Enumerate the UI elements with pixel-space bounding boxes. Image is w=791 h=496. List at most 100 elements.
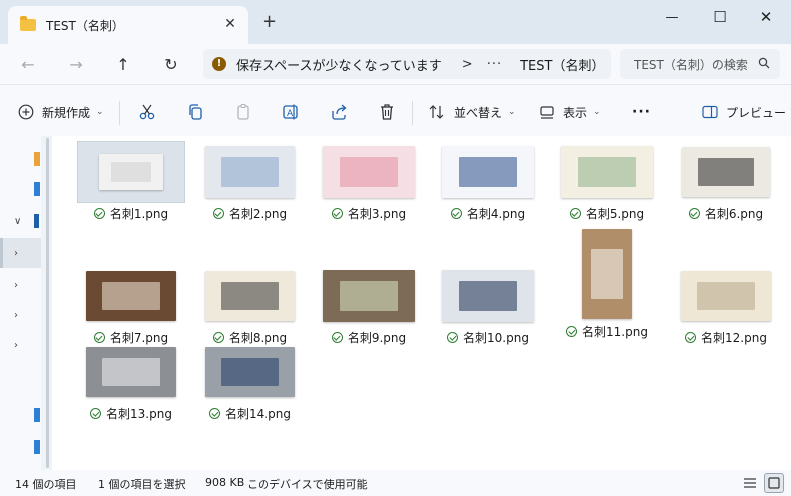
details-view-button[interactable] [740, 473, 760, 493]
thumbnail-frame[interactable] [316, 266, 422, 326]
copy-button[interactable] [184, 101, 206, 123]
file-name[interactable]: 名刺13.png [106, 405, 172, 422]
sort-button-label: 並べ替え [454, 105, 503, 120]
synced-check-icon [685, 331, 697, 343]
close-tab-button[interactable]: ✕ [222, 16, 238, 32]
thumbnail-frame[interactable] [77, 141, 185, 203]
tab-test-meishi[interactable]: TEST（名刺） ✕ [8, 6, 248, 44]
thumbnail-frame[interactable] [554, 142, 660, 202]
maximize-button[interactable]: ☐ [700, 4, 740, 30]
file-item[interactable]: 名刺2.png [195, 142, 305, 221]
close-window-button[interactable]: ✕ [746, 4, 786, 30]
file-item[interactable]: 名刺8.png [195, 266, 305, 345]
file-name[interactable]: 名刺5.png [586, 205, 644, 222]
file-label-row: 名刺1.png [76, 205, 186, 221]
expand-chevron[interactable]: › [0, 300, 41, 330]
search-icon [758, 57, 770, 69]
thumbnail-frame[interactable] [435, 266, 541, 326]
cut-button[interactable] [136, 101, 158, 123]
forward-button[interactable]: → [64, 52, 88, 76]
new-button[interactable]: 新規作成 ⌄ [18, 101, 104, 123]
thumbnail-frame[interactable] [673, 142, 779, 202]
refresh-button[interactable]: ↻ [159, 52, 183, 76]
toolbar-divider [412, 101, 413, 125]
navigation-pane-scrollbar[interactable] [46, 138, 49, 468]
thumbnail-frame[interactable] [78, 342, 184, 402]
expand-chevron[interactable]: › [0, 330, 41, 360]
file-label-row: 名刺6.png [671, 205, 781, 221]
thumbnail-frame[interactable] [673, 266, 779, 326]
file-name[interactable]: 名刺1.png [110, 205, 168, 222]
search-input[interactable]: TEST（名刺）の検索 [634, 56, 752, 73]
synced-check-icon [566, 325, 578, 337]
share-button[interactable] [328, 101, 350, 123]
more-options-button[interactable]: ··· [632, 101, 651, 123]
file-name[interactable]: 名刺6.png [705, 205, 763, 222]
thumbnail-frame[interactable] [435, 142, 541, 202]
thumbnail-frame[interactable] [197, 266, 303, 326]
preview-button-label: プレビュー [726, 105, 787, 120]
paste-button[interactable] [232, 101, 254, 123]
file-name[interactable]: 名刺11.png [582, 323, 648, 340]
share-icon [332, 104, 347, 120]
home-icon [34, 152, 40, 166]
file-item[interactable]: 名刺9.png [314, 266, 424, 345]
expand-chevron[interactable]: › [0, 270, 41, 300]
file-name[interactable]: 名刺4.png [467, 205, 525, 222]
navigation-pane: ∨ › › › › [0, 136, 41, 470]
file-item[interactable]: 名刺14.png [195, 342, 305, 421]
business-card-graphic [458, 281, 518, 311]
view-button[interactable]: 表示 ⌄ [539, 101, 601, 123]
folder-icon [20, 16, 36, 31]
file-label-row: 名刺3.png [314, 205, 424, 221]
file-name[interactable]: 名刺9.png [348, 329, 406, 346]
file-item[interactable]: 名刺13.png [76, 342, 186, 421]
address-bar[interactable]: ! 保存スペースが少なくなっています > ··· TEST（名刺） [203, 49, 611, 79]
search-box[interactable]: TEST（名刺）の検索 [620, 49, 780, 79]
file-name[interactable]: 名刺12.png [701, 329, 767, 346]
storage-warning-text[interactable]: 保存スペースが少なくなっています [236, 55, 442, 74]
image-thumbnail [205, 146, 295, 198]
breadcrumb-separator[interactable]: > [462, 57, 473, 72]
sort-button[interactable]: 並べ替え ⌄ [428, 101, 516, 123]
thumbnail-frame[interactable] [78, 266, 184, 326]
synced-check-icon [90, 407, 102, 419]
image-thumbnail [442, 270, 534, 322]
thumbnail-frame[interactable] [554, 228, 660, 320]
minimize-button[interactable]: — [652, 4, 692, 30]
delete-button[interactable] [376, 101, 398, 123]
image-thumbnail [99, 154, 163, 190]
file-item[interactable]: 名刺5.png [552, 142, 662, 221]
rename-button[interactable]: A [280, 101, 302, 123]
new-tab-button[interactable]: + [262, 12, 277, 32]
file-label-row: 名刺4.png [433, 205, 543, 221]
back-button[interactable]: ← [16, 52, 40, 76]
file-name[interactable]: 名刺14.png [225, 405, 291, 422]
file-item[interactable]: 名刺1.png [76, 141, 186, 221]
thumbnail-frame[interactable] [197, 342, 303, 402]
file-name[interactable]: 名刺10.png [463, 329, 529, 346]
command-bar: 新規作成 ⌄ A 並べ替え ⌄ 表示 ⌄ ··· プレビュー [0, 84, 791, 136]
file-name[interactable]: 名刺2.png [229, 205, 287, 222]
file-item[interactable]: 名刺4.png [433, 142, 543, 221]
image-thumbnail [86, 347, 176, 397]
thumbnail-frame[interactable] [197, 142, 303, 202]
preview-button[interactable]: プレビュー [702, 101, 786, 123]
breadcrumb-current-folder[interactable]: TEST（名刺） [520, 55, 604, 74]
expand-chevron-selected[interactable]: › [0, 238, 41, 268]
file-item[interactable]: 名刺6.png [671, 142, 781, 221]
file-item[interactable]: 名刺3.png [314, 142, 424, 221]
selection-size: 908 KB [205, 476, 245, 489]
gallery-icon [34, 182, 40, 196]
large-icons-view-button[interactable] [764, 473, 784, 493]
breadcrumb-more-button[interactable]: ··· [487, 57, 502, 72]
up-button[interactable]: ↑ [111, 52, 135, 76]
file-item[interactable]: 名刺11.png [552, 228, 662, 339]
synced-check-icon [209, 407, 221, 419]
image-thumbnail [323, 146, 415, 198]
thumbnail-frame[interactable] [316, 142, 422, 202]
file-item[interactable]: 名刺12.png [671, 266, 781, 345]
file-name[interactable]: 名刺3.png [348, 205, 406, 222]
file-item[interactable]: 名刺10.png [433, 266, 543, 345]
file-item[interactable]: 名刺7.png [76, 266, 186, 345]
